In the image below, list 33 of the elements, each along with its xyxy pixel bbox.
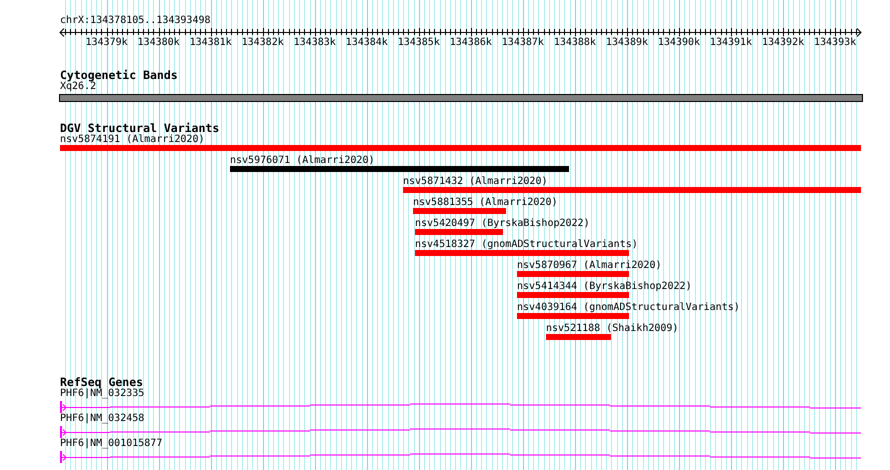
tick-label: 134389k <box>606 37 648 49</box>
variant-label: nsv5420497 (ByrskaBishop2022) <box>415 218 590 230</box>
variant-label: nsv4518327 (gnomADStructuralVariants) <box>415 239 638 251</box>
tick-label: 134390k <box>658 37 700 49</box>
tick-label: 134381k <box>190 37 232 49</box>
transcript-label: PHF6|NM_032335 <box>60 388 144 400</box>
transcript-label: PHF6|NM_032458 <box>60 413 144 425</box>
tick-label: 134383k <box>294 37 336 49</box>
track-title: Cytogenetic Bands <box>60 69 178 81</box>
tick-label: 134379k <box>85 37 128 49</box>
transcript-label: PHF6|NM_001015877 <box>60 438 162 450</box>
range-label: chrX:134378105..134393498 <box>60 15 211 27</box>
tick-label: 134393k <box>814 37 856 49</box>
variant-label: nsv521188 (Shaikh2009) <box>546 323 678 335</box>
tick-label: 134382k <box>242 37 284 49</box>
tick-label: 134385k <box>398 37 440 49</box>
tick-label: 134384k <box>346 37 388 49</box>
tick-label: 134387k <box>502 37 544 49</box>
variant-label: nsv5874191 (Almarri2020) <box>60 134 204 146</box>
variant-label: nsv4039164 (gnomADStructuralVariants) <box>517 302 740 314</box>
track-title: DGV Structural Variants <box>60 122 220 134</box>
variant-label: nsv5870967 (Almarri2020) <box>517 260 662 272</box>
variant-label: nsv5871432 (Almarri2020) <box>403 176 548 188</box>
variant-label: nsv5976071 (Almarri2020) <box>230 155 374 167</box>
tick-label: 134392k <box>762 37 804 49</box>
tick-label: 134388k <box>554 37 596 49</box>
tick-label: 134386k <box>450 37 492 49</box>
variant-label: nsv5414344 (ByrskaBishop2022) <box>517 281 692 293</box>
tick-label: 134391k <box>710 37 752 49</box>
tick-label: 134380k <box>138 37 180 49</box>
band-label: Xq26.2 <box>60 81 96 93</box>
track-title: RefSeq Genes <box>60 376 144 388</box>
variant-label: nsv5881355 (Almarri2020) <box>413 197 558 209</box>
